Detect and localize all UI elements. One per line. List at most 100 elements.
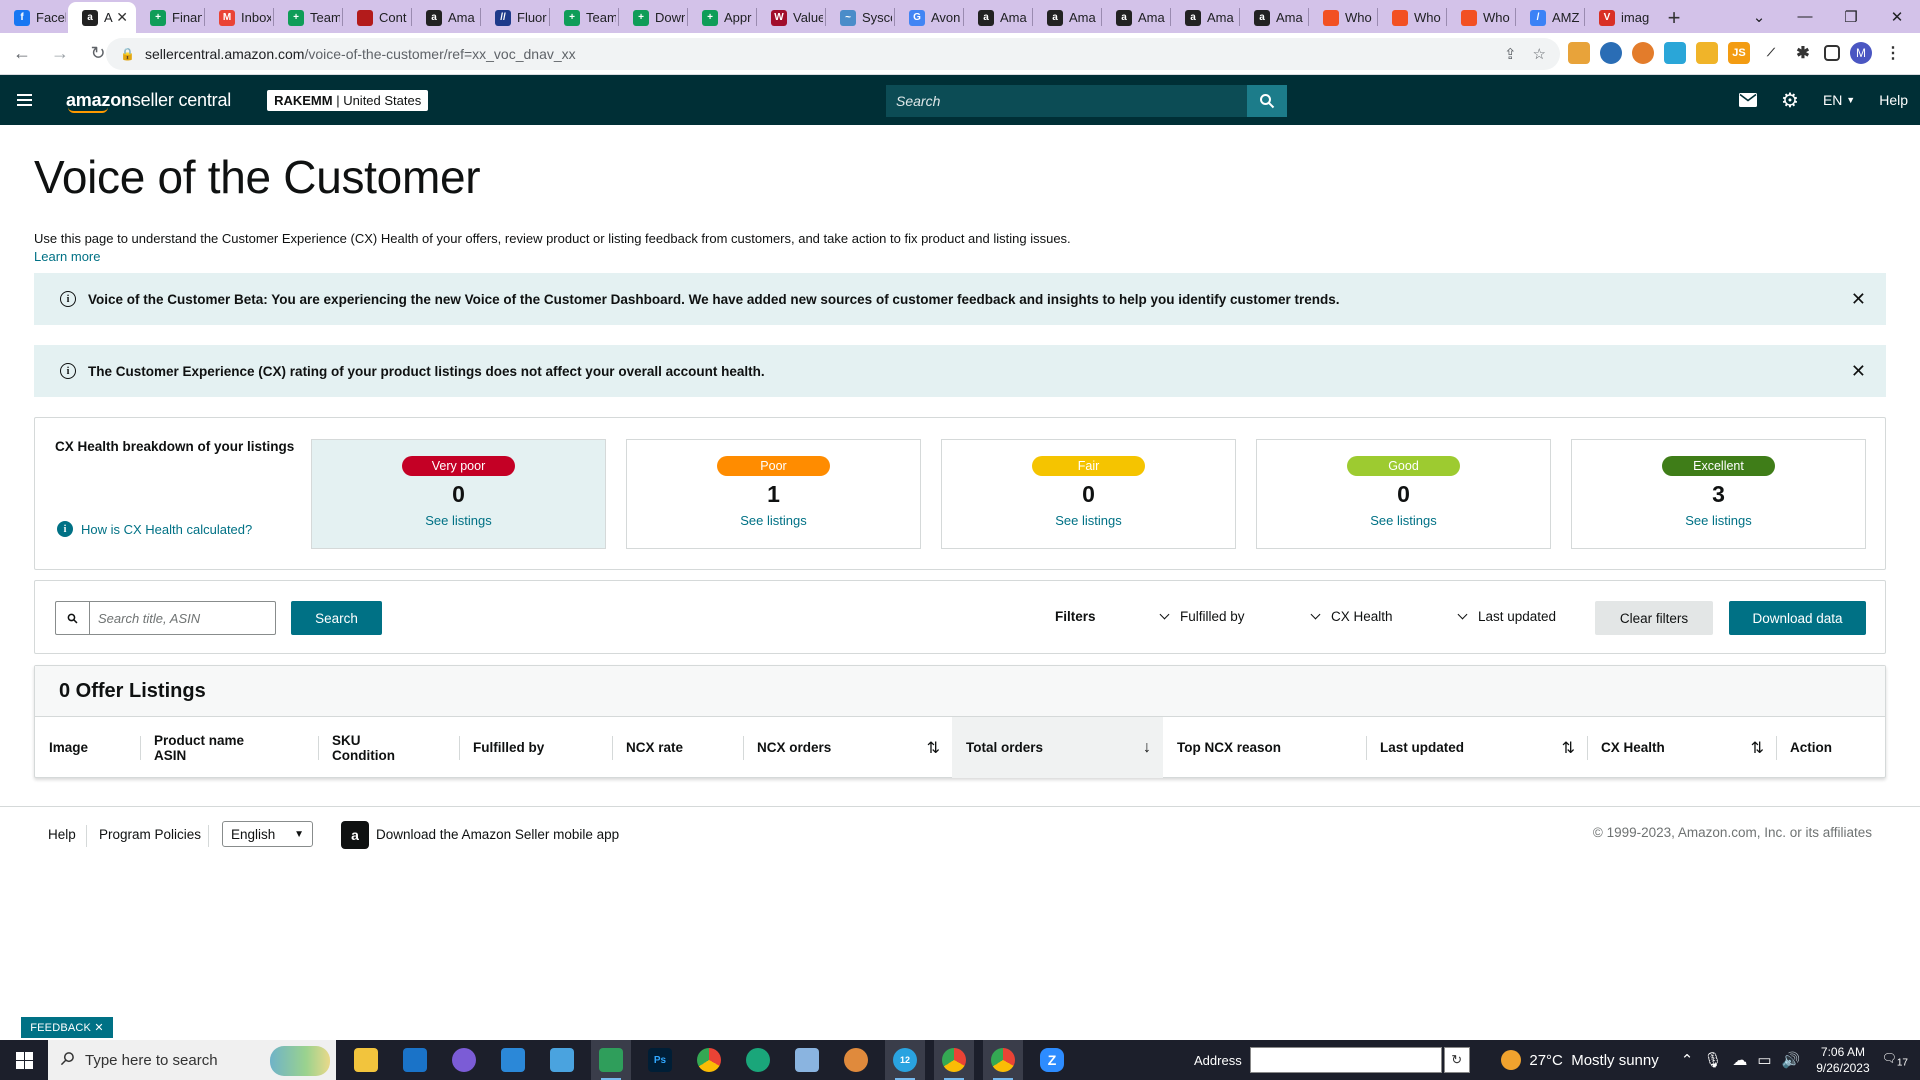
settings-gear-icon[interactable]: ⚙ bbox=[1781, 88, 1799, 113]
see-listings-link[interactable]: See listings bbox=[425, 513, 491, 528]
browser-tab[interactable]: Vimag bbox=[1585, 2, 1653, 33]
onedrive-cloud-icon[interactable]: ☁ bbox=[1732, 1051, 1747, 1069]
app-icon[interactable] bbox=[836, 1040, 876, 1080]
show-hidden-icons-chevron-icon[interactable]: ⌃ bbox=[1681, 1051, 1694, 1069]
browser-tab[interactable]: + Finan bbox=[136, 2, 204, 33]
sort-icon[interactable]: ⇅ bbox=[927, 717, 940, 778]
extension-icon[interactable]: JS bbox=[1728, 42, 1750, 64]
browser-tab[interactable]: + Team bbox=[550, 2, 618, 33]
app-icon[interactable] bbox=[542, 1040, 582, 1080]
browser-menu-icon[interactable]: ⋮ bbox=[1882, 42, 1904, 64]
column-header[interactable]: CX Health ⇅ bbox=[1587, 717, 1776, 778]
chrome-icon[interactable] bbox=[689, 1040, 729, 1080]
cx-health-info-link[interactable]: i How is CX Health calculated? bbox=[57, 521, 252, 537]
extension-icon[interactable] bbox=[1664, 42, 1686, 64]
close-icon[interactable]: ✕ bbox=[94, 1021, 103, 1034]
learn-more-link[interactable]: Learn more bbox=[34, 249, 100, 264]
notification-center-icon[interactable]: 🗨17 bbox=[1882, 1051, 1908, 1068]
see-listings-link[interactable]: See listings bbox=[1055, 513, 1121, 528]
forward-button[interactable]: → bbox=[44, 38, 76, 70]
sort-icon[interactable]: ⇅ bbox=[1751, 717, 1764, 778]
mail-app-icon[interactable] bbox=[395, 1040, 435, 1080]
browser-tab[interactable]: ~ Sysco bbox=[826, 2, 894, 33]
browser-tab[interactable]: a Ama bbox=[412, 2, 480, 33]
address-bar[interactable]: 🔒 sellercentral.amazon.com/voice-of-the-… bbox=[106, 38, 1560, 70]
browser-tab[interactable]: G Avon bbox=[895, 2, 963, 33]
footer-language-select[interactable]: English ▼ bbox=[222, 821, 313, 847]
browser-tab[interactable]: // Fluor bbox=[481, 2, 549, 33]
close-tab-icon[interactable]: ✕ bbox=[116, 9, 128, 26]
close-icon[interactable]: ✕ bbox=[1851, 361, 1866, 382]
zoom-icon[interactable]: Z bbox=[1032, 1040, 1072, 1080]
browser-tab[interactable]: a Ama bbox=[1033, 2, 1101, 33]
browser-tab[interactable]: + Team bbox=[274, 2, 342, 33]
browser-tab[interactable]: / AMZ bbox=[1516, 2, 1584, 33]
browser-tab[interactable]: a Ama bbox=[1171, 2, 1239, 33]
file-explorer-icon[interactable] bbox=[346, 1040, 386, 1080]
bookmark-star-icon[interactable]: ☆ bbox=[1533, 45, 1546, 63]
back-button[interactable]: ← bbox=[6, 38, 38, 70]
close-window-button[interactable]: ✕ bbox=[1874, 8, 1920, 26]
clear-filters-button[interactable]: Clear filters bbox=[1595, 601, 1713, 635]
cx-health-card[interactable]: Excellent 3 See listings bbox=[1571, 439, 1866, 549]
close-icon[interactable]: ✕ bbox=[1851, 289, 1866, 310]
tab-search-chevron-icon[interactable]: ⌄ bbox=[1736, 8, 1782, 26]
extension-icon[interactable] bbox=[1632, 42, 1654, 64]
browser-tab[interactable]: f Faceb bbox=[0, 2, 68, 33]
seller-central-logo[interactable]: amazon seller central bbox=[66, 85, 231, 115]
browser-tab[interactable]: a Ama bbox=[1102, 2, 1170, 33]
system-clock[interactable]: 7:06 AM 9/26/2023 bbox=[1816, 1044, 1869, 1076]
store-icon[interactable] bbox=[493, 1040, 533, 1080]
language-selector[interactable]: EN ▼ bbox=[1823, 92, 1855, 108]
browser-tab[interactable]: Who bbox=[1309, 2, 1377, 33]
extension-icon[interactable] bbox=[1600, 42, 1622, 64]
browser-tab[interactable]: + Down bbox=[619, 2, 687, 33]
cx-health-dropdown[interactable]: CX Health bbox=[1310, 609, 1393, 624]
header-search-button[interactable] bbox=[1247, 85, 1287, 117]
app-icon[interactable] bbox=[787, 1040, 827, 1080]
see-listings-link[interactable]: See listings bbox=[740, 513, 806, 528]
extension-icon[interactable]: ⟋ bbox=[1760, 42, 1782, 64]
network-icon[interactable]: ▭ bbox=[1757, 1051, 1771, 1069]
extension-icon[interactable] bbox=[1696, 42, 1718, 64]
windows-start-button[interactable] bbox=[0, 1040, 48, 1080]
browser-tab[interactable]: Who bbox=[1378, 2, 1446, 33]
sort-descending-icon[interactable]: ↓ bbox=[1143, 717, 1151, 778]
column-header[interactable]: Total orders ↓ bbox=[952, 717, 1163, 778]
cx-health-card[interactable]: Fair 0 See listings bbox=[941, 439, 1236, 549]
calculator-icon[interactable] bbox=[591, 1040, 631, 1080]
listing-search-input[interactable] bbox=[90, 610, 270, 626]
side-panel-icon[interactable] bbox=[1824, 45, 1840, 61]
cx-health-card[interactable]: Very poor 0 See listings bbox=[311, 439, 606, 549]
photoshop-icon[interactable]: Ps bbox=[640, 1040, 680, 1080]
maximize-button[interactable]: ❐ bbox=[1828, 8, 1874, 26]
see-listings-link[interactable]: See listings bbox=[1370, 513, 1436, 528]
see-listings-link[interactable]: See listings bbox=[1685, 513, 1751, 528]
search-button[interactable]: Search bbox=[291, 601, 382, 635]
edge-icon[interactable] bbox=[738, 1040, 778, 1080]
new-tab-button[interactable]: + bbox=[1659, 2, 1689, 33]
share-icon[interactable]: ⇪ bbox=[1504, 45, 1517, 63]
minimize-button[interactable]: — bbox=[1782, 8, 1828, 25]
browser-tab[interactable]: W Value bbox=[757, 2, 825, 33]
profile-avatar[interactable]: M bbox=[1850, 42, 1872, 64]
cx-health-card[interactable]: Poor 1 See listings bbox=[626, 439, 921, 549]
extension-icon[interactable] bbox=[1568, 42, 1590, 64]
refresh-icon[interactable]: ↻ bbox=[1443, 1047, 1470, 1073]
column-header[interactable]: Last updated ⇅ bbox=[1366, 717, 1587, 778]
amazon-seller-app-icon[interactable]: a bbox=[341, 821, 369, 849]
footer-program-policies-link[interactable]: Program Policies bbox=[99, 827, 201, 842]
puzzle-icon[interactable]: ✱ bbox=[1792, 42, 1814, 64]
column-header[interactable]: NCX orders ⇅ bbox=[743, 717, 952, 778]
fulfilled-by-dropdown[interactable]: Fulfilled by bbox=[1159, 609, 1245, 624]
header-search-input[interactable] bbox=[886, 85, 1247, 117]
download-app-link[interactable]: Download the Amazon Seller mobile app bbox=[376, 827, 619, 842]
feedback-button[interactable]: FEEDBACK ✕ bbox=[21, 1017, 113, 1038]
sort-icon[interactable]: ⇅ bbox=[1562, 717, 1575, 778]
app-icon[interactable] bbox=[444, 1040, 484, 1080]
mail-icon[interactable] bbox=[1739, 93, 1757, 107]
download-data-button[interactable]: Download data bbox=[1729, 601, 1866, 635]
browser-tab[interactable]: a Ama bbox=[964, 2, 1032, 33]
browser-tab[interactable]: Who bbox=[1447, 2, 1515, 33]
help-link[interactable]: Help bbox=[1879, 92, 1908, 108]
